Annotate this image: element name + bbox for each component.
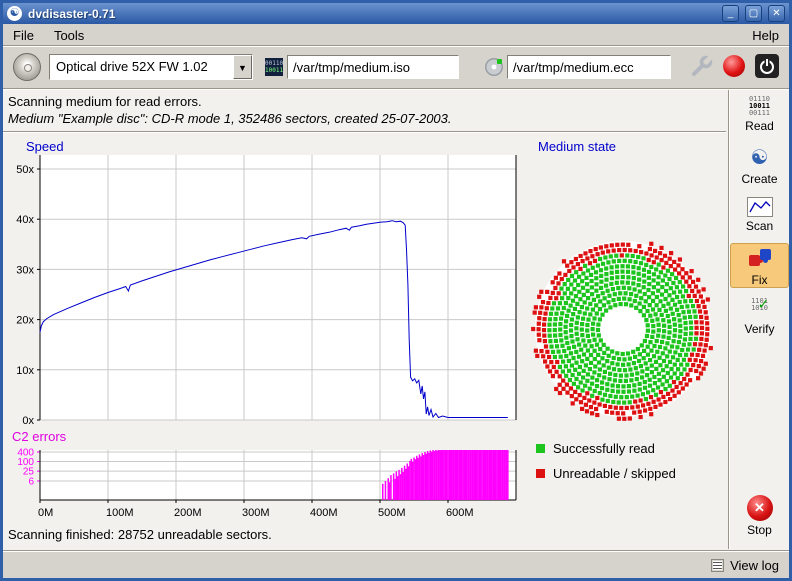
preferences-wrench-icon[interactable]: [689, 54, 713, 78]
yinyang-icon: ☯: [730, 146, 789, 170]
cd-hole-icon: [24, 64, 32, 72]
minimize-button[interactable]: _: [722, 5, 739, 22]
legend-green-swatch: [536, 444, 545, 453]
legend-red-swatch: [536, 469, 545, 478]
status-finished: Scanning finished: 28752 unreadable sect…: [8, 527, 272, 542]
svg-text:20x: 20x: [16, 315, 34, 327]
scan-button[interactable]: Scan: [730, 194, 789, 233]
svg-text:100M: 100M: [106, 507, 134, 519]
svg-text:30x: 30x: [16, 264, 34, 276]
close-button[interactable]: ✕: [768, 5, 785, 22]
quit-power-icon[interactable]: [755, 54, 779, 78]
menubar: File Tools Help: [3, 24, 789, 46]
legend-unreadable: Unreadable / skipped: [536, 466, 676, 481]
create-button[interactable]: ☯ Create: [730, 143, 789, 186]
svg-text:100: 100: [17, 457, 34, 468]
fix-button[interactable]: Fix: [730, 243, 789, 288]
verify-icon: 1101 1010 ✓: [745, 298, 775, 312]
status-line2: Medium "Example disc": CD-R mode 1, 3524…: [8, 111, 452, 126]
svg-text:300M: 300M: [242, 507, 270, 519]
verify-button[interactable]: 1101 1010 ✓ Verify: [730, 295, 789, 336]
svg-text:50x: 50x: [16, 164, 34, 176]
log-list-icon: [711, 559, 724, 572]
app-icon: ☯: [7, 6, 22, 21]
stop-button[interactable]: ✕ Stop: [730, 492, 789, 537]
puzzle-icon: [747, 247, 773, 271]
image-file-icon: 00110 10011: [265, 58, 283, 76]
stop-x-icon: ✕: [747, 495, 773, 521]
toolbar: Optical drive 52X FW 1.02 ▼ 00110 10011 …: [3, 46, 789, 88]
scan-chart-icon: [747, 197, 773, 217]
drive-select[interactable]: Optical drive 52X FW 1.02 ▼: [49, 54, 253, 80]
medium-state-disc: [528, 230, 720, 430]
svg-text:25: 25: [23, 467, 35, 478]
legend-read: Successfully read: [536, 441, 655, 456]
view-log-button[interactable]: View log: [730, 558, 779, 573]
check-icon: ✓: [759, 300, 769, 307]
maximize-button[interactable]: ▢: [745, 5, 762, 22]
ecc-file-icon: [485, 58, 503, 76]
status-line1: Scanning medium for read errors.: [8, 94, 202, 109]
titlebar[interactable]: ☯ dvdisaster-0.71 _ ▢ ✕: [3, 3, 789, 24]
window-title: dvdisaster-0.71: [28, 7, 716, 21]
chevron-down-icon[interactable]: ▼: [233, 55, 252, 79]
svg-text:400: 400: [17, 447, 34, 458]
svg-text:10x: 10x: [16, 365, 34, 377]
svg-text:200M: 200M: [174, 507, 202, 519]
svg-text:500M: 500M: [378, 507, 406, 519]
separator: [3, 131, 726, 133]
statusbar: View log: [3, 552, 789, 578]
help-icon[interactable]: [723, 55, 745, 77]
read-icon: 01110 10011 00111: [730, 96, 789, 117]
svg-text:600M: 600M: [446, 507, 474, 519]
menu-help[interactable]: Help: [742, 25, 789, 46]
drive-select-value: Optical drive 52X FW 1.02: [50, 55, 233, 79]
ecc-path-input[interactable]: /var/tmp/medium.ecc: [507, 55, 671, 79]
iso-path-input[interactable]: /var/tmp/medium.iso: [287, 55, 459, 79]
svg-text:40x: 40x: [16, 214, 34, 226]
svg-text:0M: 0M: [38, 507, 53, 519]
menu-tools[interactable]: Tools: [44, 25, 94, 46]
svg-text:0x: 0x: [22, 415, 34, 427]
drive-icon-button[interactable]: [13, 53, 41, 81]
svg-text:400M: 400M: [310, 507, 338, 519]
read-button[interactable]: 01110 10011 00111 Read: [730, 93, 789, 133]
menu-file[interactable]: File: [3, 25, 44, 46]
svg-text:6: 6: [28, 476, 34, 487]
